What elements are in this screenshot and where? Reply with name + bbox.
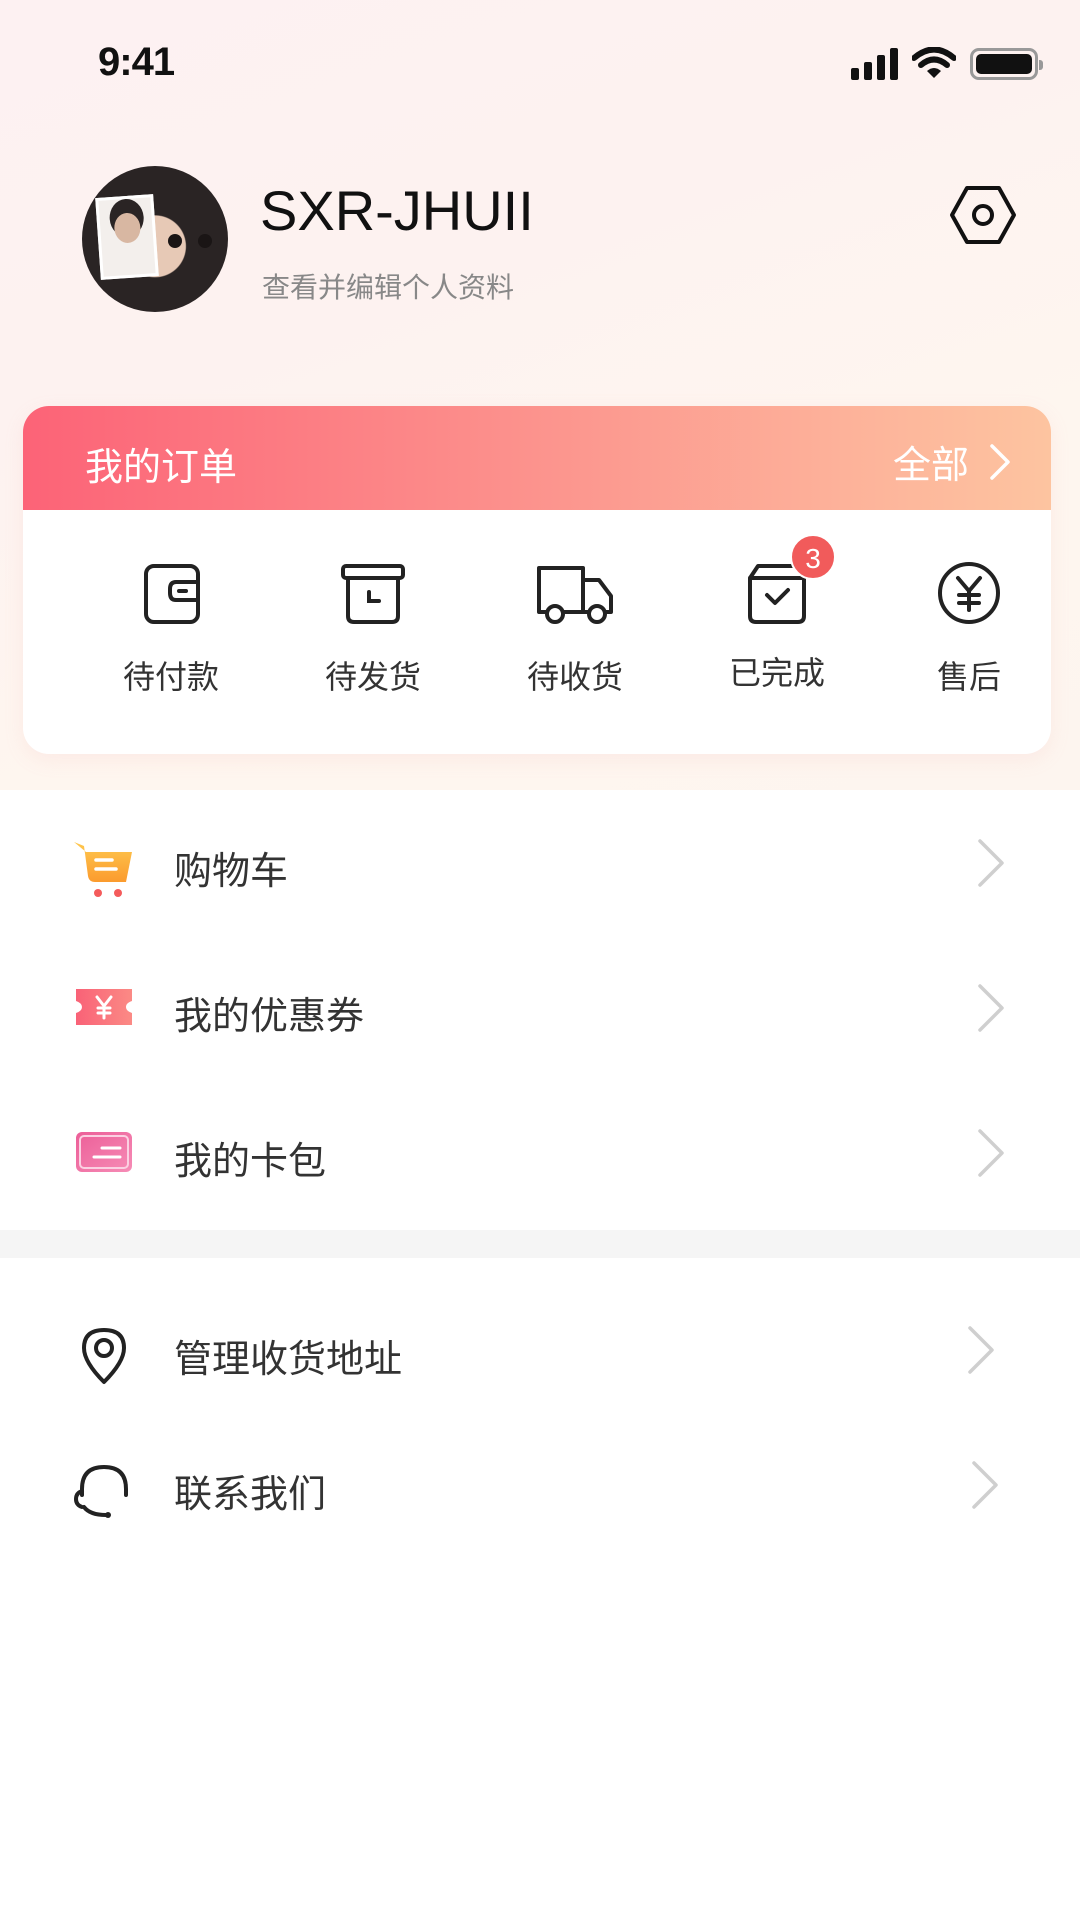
- status-icons: [851, 44, 1043, 84]
- order-pending-shipment-label: 待发货: [324, 658, 421, 696]
- menu-group-secondary: 管理收货地址 联系我们: [0, 1258, 1080, 1558]
- location-pin-icon: [82, 1328, 126, 1384]
- truck-icon: [537, 566, 613, 624]
- menu-contact-label: 联系我们: [174, 1472, 327, 1516]
- menu-item-coupons[interactable]: 我的优惠券: [0, 935, 1080, 1080]
- menu-coupons-label: 我的优惠券: [174, 994, 365, 1038]
- yen-circle-icon: [938, 562, 1000, 624]
- chevron-right-icon: [978, 984, 1004, 1032]
- headset-icon: [73, 1464, 128, 1518]
- order-pending-shipment[interactable]: 待发货: [293, 558, 453, 698]
- settings-gear-icon[interactable]: [948, 180, 1018, 250]
- avatar-photo-card: [95, 194, 159, 280]
- menu-card-wallet-label: 我的卡包: [174, 1139, 327, 1183]
- orders-all-button[interactable]: 全部: [893, 434, 1011, 489]
- orders-header: 我的订单 全部: [23, 406, 1051, 510]
- order-pending-payment[interactable]: 待付款: [91, 558, 251, 698]
- order-after-sales-label: 售后: [936, 658, 1001, 696]
- profile-name[interactable]: SXR-JHUII: [260, 178, 534, 243]
- coupon-icon: [76, 989, 132, 1025]
- chevron-right-icon: [978, 839, 1004, 887]
- avatar[interactable]: [82, 166, 228, 312]
- status-bar: 9:41: [0, 0, 1080, 130]
- profile-header[interactable]: SXR-JHUII 查看并编辑个人资料: [82, 166, 1022, 316]
- menu-group-primary: 购物车 我的优惠券 我的卡包: [0, 790, 1080, 1230]
- orders-all-label: 全部: [892, 443, 969, 487]
- order-pending-payment-label: 待付款: [122, 658, 219, 696]
- menu-address-label: 管理收货地址: [174, 1337, 403, 1381]
- menu-item-cart[interactable]: 购物车: [0, 790, 1080, 935]
- section-divider: [0, 1230, 1080, 1258]
- status-time: 9:41: [98, 40, 175, 84]
- chevron-right-icon: [990, 443, 1010, 480]
- orders-status-row: 待付款 待发货 待收货 3 已完成 售后: [23, 510, 1051, 754]
- cellular-signal-icon: [851, 48, 898, 80]
- order-pending-receipt[interactable]: 待收货: [495, 558, 655, 698]
- order-pending-receipt-label: 待收货: [526, 658, 623, 696]
- cart-icon: [74, 842, 132, 897]
- order-completed[interactable]: 3 已完成: [697, 534, 857, 694]
- completed-count-badge: 3: [790, 534, 836, 580]
- orders-card: 我的订单 全部 待付款 待发货 待收货 3 已完成 售后: [23, 406, 1051, 754]
- profile-edit-link[interactable]: 查看并编辑个人资料: [262, 266, 514, 306]
- order-completed-label: 已完成: [728, 654, 825, 692]
- chevron-right-icon: [978, 1129, 1004, 1177]
- orders-title: 我的订单: [85, 445, 238, 489]
- completed-box-icon-wrap: 3: [742, 534, 836, 628]
- box-icon: [341, 564, 405, 624]
- menu-item-address[interactable]: 管理收货地址: [0, 1308, 1080, 1443]
- order-after-sales[interactable]: 售后: [889, 558, 1049, 698]
- menu-cart-label: 购物车: [174, 849, 289, 893]
- wifi-icon: [912, 47, 956, 78]
- menu-item-contact[interactable]: 联系我们: [0, 1443, 1080, 1578]
- menu-item-card-wallet[interactable]: 我的卡包: [0, 1080, 1080, 1225]
- card-icon: [76, 1132, 132, 1172]
- chevron-right-icon: [968, 1326, 994, 1374]
- wallet-icon: [144, 564, 200, 624]
- battery-icon: [970, 48, 1043, 80]
- chevron-right-icon: [972, 1461, 998, 1509]
